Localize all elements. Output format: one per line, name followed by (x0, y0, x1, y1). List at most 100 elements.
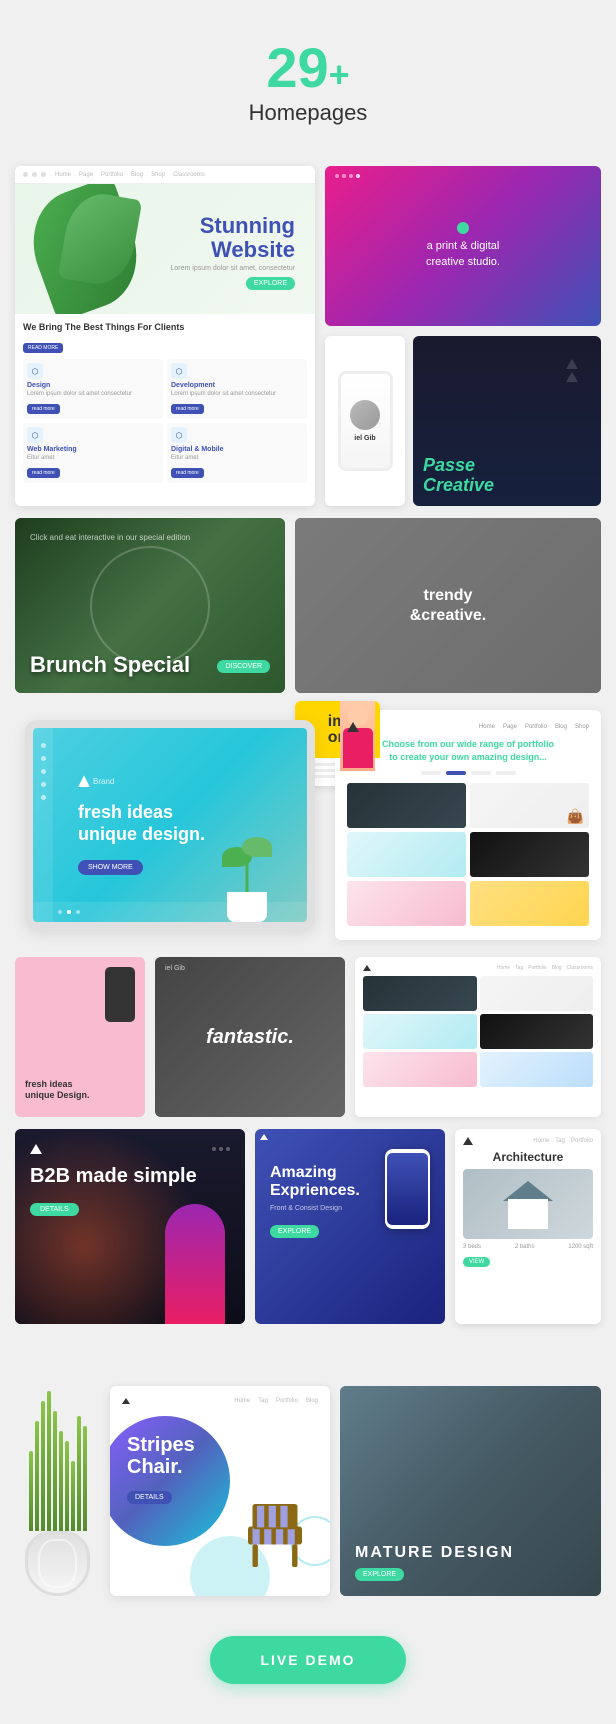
print-dot (457, 222, 469, 234)
fantastic-label: iel Gib (165, 965, 185, 972)
tablet-btn[interactable]: SHOW MORE (78, 860, 143, 875)
port-item-1[interactable] (347, 783, 466, 828)
imon-person (340, 701, 375, 771)
digital-more[interactable]: read more (171, 468, 204, 478)
vase-container (25, 1391, 90, 1596)
b2b-dot-1 (212, 1147, 216, 1151)
arch-nav-2: Tag (555, 1138, 565, 1144)
amazing-title: Amazing Expriences. (270, 1164, 430, 1200)
card-brunch-special[interactable]: Click and eat interactive in our special… (15, 518, 285, 693)
marketing-text: Eitur amet (27, 455, 159, 461)
tablet-inner: Brand fresh ideas unique design. SHOW MO… (33, 728, 307, 922)
card-stunning-website[interactable]: HomePagePortfolioBlogShopClassrooms Stun… (15, 166, 315, 506)
sp-item-6[interactable] (480, 1052, 594, 1087)
imon-body (343, 728, 373, 768)
port-item-5[interactable] (347, 881, 466, 926)
design-more[interactable]: read more (27, 404, 60, 414)
live-demo-section: LIVE DEMO (0, 1606, 616, 1724)
bottom-dot-2 (67, 910, 71, 914)
portfolio-title: Choose from our wide range of portfolio … (347, 738, 589, 763)
card-trendy-creative[interactable]: trendy &creative. (295, 518, 601, 693)
tablet-logo: Brand (78, 775, 287, 787)
sp-item-2[interactable] (480, 976, 594, 1011)
stunning-btn[interactable]: EXPLORE (246, 277, 295, 290)
mature-btn[interactable]: EXPLORE (355, 1568, 404, 1581)
card-fantastic[interactable]: iel Gib fantastic. (155, 957, 345, 1117)
sp-item-3[interactable] (363, 1014, 477, 1049)
back-stripe-2 (269, 1506, 276, 1528)
arch-info-3: 1200 sqft (568, 1244, 593, 1250)
small-port-logo-icon (363, 965, 371, 971)
blade-6 (59, 1431, 63, 1531)
port-tab-3[interactable] (471, 771, 491, 775)
card-stripes[interactable]: Home Tag Portfolio Blog Stripes Chair. D… (110, 1386, 330, 1596)
dev-more[interactable]: read more (171, 404, 204, 414)
stripes-nav-items: Home Tag Portfolio Blog (234, 1398, 318, 1404)
card-mature-design[interactable]: MATURE DESIGN EXPLORE (340, 1386, 601, 1596)
b2b-title: B2B made simple (30, 1164, 230, 1188)
stunning-subtitle: Lorem ipsum dolor sit amet, consectetur (171, 265, 296, 272)
marketing-more[interactable]: read more (27, 468, 60, 478)
back-stripe-1 (257, 1506, 264, 1528)
port-item-4[interactable] (470, 832, 589, 877)
card-phone-iel[interactable]: iel Gib (325, 336, 405, 506)
bring-text: We Bring The Best Things For Clients (23, 322, 307, 332)
tablet-mockup: Brand fresh ideas unique design. SHOW MO… (25, 720, 315, 930)
blade-9 (77, 1416, 81, 1531)
arch-house-body (508, 1199, 548, 1229)
homepage-label: Homepages (20, 100, 596, 126)
sidebar-dot-4 (41, 782, 46, 787)
print-text: a print & digital creative studio. (426, 222, 500, 270)
card-print-digital[interactable]: a print & digital creative studio. (325, 166, 601, 326)
row-6: Home Tag Portfolio Blog Stripes Chair. D… (15, 1336, 601, 1596)
amazing-btn[interactable]: EXPLORE (270, 1225, 319, 1238)
arch-title: Architecture (463, 1150, 593, 1164)
blade-3 (41, 1401, 45, 1531)
sp-item-1[interactable] (363, 976, 477, 1011)
stripes-btn[interactable]: DETAILS (127, 1491, 172, 1504)
card-b2b[interactable]: B2B made simple DETAILS (15, 1129, 245, 1324)
digital-text: Eitur amet (171, 455, 303, 461)
card-portfolio-grid-small[interactable]: Home Tag Portfolio Blog Classrooms (355, 957, 601, 1117)
portfolio-tabs (347, 771, 589, 775)
pink-phone-mockup (105, 967, 135, 1022)
sp-item-4[interactable] (480, 1014, 594, 1049)
live-demo-button[interactable]: LIVE DEMO (210, 1636, 405, 1684)
tri-shape-2 (566, 372, 578, 382)
plant-vase (15, 1346, 100, 1596)
port-item-2[interactable]: 👜 (470, 783, 589, 828)
digital-icon (171, 427, 187, 443)
port-tab-4[interactable] (496, 771, 516, 775)
brunch-btn[interactable]: DISCOVER (217, 660, 270, 673)
blade-7 (65, 1441, 69, 1531)
row-4: fresh ideasunique Design. iel Gib fantas… (15, 957, 601, 1117)
small-port-header: Home Tag Portfolio Blog Classrooms (363, 965, 593, 971)
right-col-1: a print & digital creative studio. iel G… (325, 166, 601, 506)
arch-info-2: 2 baths (515, 1244, 535, 1250)
card-pink-phone[interactable]: fresh ideasunique Design. (15, 957, 145, 1117)
blade-10 (83, 1426, 87, 1531)
tablet-plant (207, 822, 287, 922)
b2b-btn[interactable]: DETAILS (30, 1203, 79, 1216)
imon-head (348, 706, 368, 726)
card-passe-creative[interactable]: Passe Creative (413, 336, 601, 506)
bottom-content: We Bring The Best Things For Clients REA… (15, 314, 315, 506)
port-item-6[interactable] (470, 881, 589, 926)
stripes-nav-4: Blog (306, 1398, 318, 1404)
stripes-title: Stripes Chair. (127, 1434, 318, 1478)
card-tablet-fresh[interactable]: Brand fresh ideas unique design. SHOW MO… (15, 720, 325, 930)
mini-read-btn[interactable]: READ MORE (23, 343, 63, 353)
card-architecture[interactable]: Home Tag Portfolio Architecture 3 beds 2… (455, 1129, 601, 1324)
arch-btn[interactable]: VIEW (463, 1257, 490, 1267)
sp-nav-2: Tag (515, 965, 523, 971)
card-amazing[interactable]: Amazing Expriences. Front & Consist Desi… (255, 1129, 445, 1324)
stripes-nav-1: Home (234, 1398, 250, 1404)
hero-image: Stunning Website Lorem ipsum dolor sit a… (15, 184, 315, 314)
design-icon (27, 363, 43, 379)
port-tab-1[interactable] (421, 771, 441, 775)
amazing-logo-icon (260, 1134, 268, 1140)
phone-inner: iel Gib (341, 374, 390, 468)
sp-item-5[interactable] (363, 1052, 477, 1087)
port-item-3[interactable] (347, 832, 466, 877)
port-tab-2[interactable] (446, 771, 466, 775)
